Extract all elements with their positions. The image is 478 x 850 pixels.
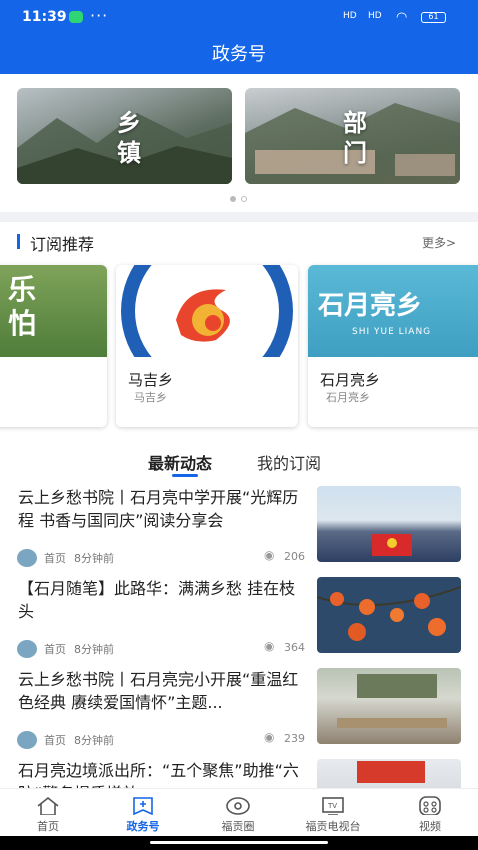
card-logo [116,265,298,357]
group-photo [372,534,412,556]
subscribe-card[interactable]: 乐 怕 [0,265,107,427]
news-item[interactable]: 云上乡愁书院丨石月亮完小开展“重温红色经典 赓续爱国情怀”主题... 首页 8分… [0,668,478,756]
carousel-dot[interactable] [241,196,247,202]
section-marker [17,234,20,249]
tab-tv[interactable]: TV 福贡电视台 [293,789,373,837]
news-title[interactable]: 云上乡愁书院丨石月亮中学开展“光辉历程 书香与国同庆”阅读分享会 [18,486,308,532]
signal-icon-2: HD [368,11,382,21]
source-avatar [17,731,37,749]
banner-township[interactable]: 乡镇 [17,88,232,184]
status-time: 11:39 [22,9,67,25]
card-logo-text: 石月亮乡 [318,291,423,321]
subscribe-card-majixiang[interactable]: 马吉乡 马吉乡 [116,265,298,427]
tab-label: 首页 [37,820,59,833]
banner-label-1: 乡 [117,109,141,137]
card-image: 乐 怕 [0,265,107,357]
status-bar: 11:39 ··· HD HD ◠ 61 [0,0,478,34]
news-item[interactable]: 云上乡愁书院丨石月亮中学开展“光辉历程 书香与国同庆”阅读分享会 首页 8分钟前… [0,486,478,574]
news-thumbnail [317,577,461,653]
wifi-icon: ◠ [396,10,408,25]
card-sub: 石月亮乡 [326,391,370,404]
banner-label-2: 镇 [117,139,141,167]
section-divider [0,212,478,222]
card-logo-subtext: SHI YUE LIANG [352,327,432,337]
tv-icon: TV [322,797,344,815]
bottom-tab-bar: 首页 政务号 福贡圈 TV 福贡电视台 视频 [0,788,478,836]
news-views: 364 [284,641,305,654]
banner-label-3: 部 [343,109,367,137]
tab-video[interactable]: 视频 [390,789,470,837]
eye-icon: ◉ [264,730,275,744]
majixiang-logo-icon [121,265,293,357]
svg-text:TV: TV [327,802,337,810]
persimmon-photo [317,586,461,641]
classroom-photo [337,674,447,728]
card-logo: 石月亮乡 SHI YUE LIANG [308,265,478,357]
tab-label: 福贡电视台 [305,820,361,833]
tab-underline [172,474,198,477]
news-title[interactable]: 云上乡愁书院丨石月亮完小开展“重温红色经典 赓续爱国情怀”主题... [18,668,308,714]
tab-home[interactable]: 首页 [8,789,88,837]
news-time: 8分钟前 [74,734,114,747]
news-time: 8分钟前 [74,552,114,565]
news-title[interactable]: 【石月随笔】此路华：满满乡愁 挂在枝头 [18,577,308,623]
eye-icon: ◉ [264,548,275,562]
tab-gov[interactable]: 政务号 [103,789,183,837]
news-item[interactable]: 【石月随笔】此路华：满满乡愁 挂在枝头 首页 8分钟前 ◉ 364 [0,577,478,665]
card-name: 石月亮乡 [320,371,381,389]
signal-icon: HD [343,11,357,21]
wechat-icon [69,11,83,23]
banner-label-4: 门 [343,139,367,167]
video-icon [419,796,441,815]
news-source: 首页 [44,734,66,747]
battery-icon: 61 [421,12,446,23]
app-header: 11:39 ··· HD HD ◠ 61 政务号 [0,0,478,74]
card-name: 马吉乡 [128,371,174,389]
carousel-dot-active[interactable] [230,196,236,202]
news-views: 239 [284,732,305,745]
subscribe-card-shiyueliang[interactable]: 石月亮乡 SHI YUE LIANG 石月亮乡 石月亮乡 [308,265,478,427]
tab-latest[interactable]: 最新动态 [148,450,212,474]
news-source: 首页 [44,552,66,565]
circle-icon [226,797,250,815]
news-thumbnail [317,668,461,744]
gov-icon [133,797,153,815]
system-nav-bar [0,836,478,850]
news-thumbnail [317,486,461,562]
source-avatar [17,640,37,658]
news-source: 首页 [44,643,66,656]
tab-subscriptions[interactable]: 我的订阅 [257,450,321,474]
tab-label: 政务号 [126,820,160,833]
news-views: 206 [284,550,305,563]
eye-icon: ◉ [264,639,275,653]
banner-department[interactable]: 部门 [245,88,460,184]
subscribe-title: 订阅推荐 [30,235,95,254]
home-indicator[interactable] [150,841,328,844]
news-time: 8分钟前 [74,643,114,656]
more-dots-icon: ··· [90,6,109,25]
tab-circle[interactable]: 福贡圈 [198,789,278,837]
home-icon [37,796,59,815]
tab-label: 视频 [419,820,441,833]
card-sub: 马吉乡 [134,391,167,404]
card-logo-text: 乐 怕 [8,273,37,340]
more-link[interactable]: 更多> [422,234,456,251]
source-avatar [17,549,37,567]
page-title: 政务号 [212,44,266,65]
tab-label: 福贡圈 [221,820,255,833]
